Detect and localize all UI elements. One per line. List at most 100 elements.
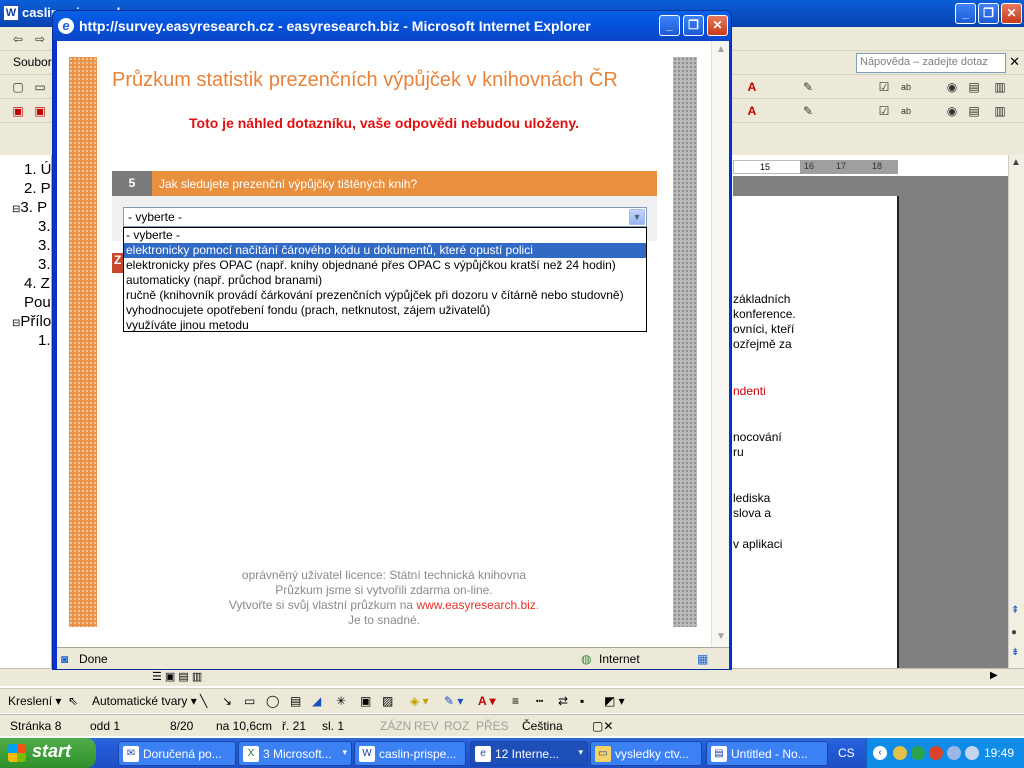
outline-item[interactable]: ⊟3. P (12, 199, 47, 216)
dash-style-icon[interactable]: ┅ (536, 694, 543, 708)
word-maximize-button[interactable]: ❐ (978, 3, 999, 24)
spelling-status-icon[interactable]: ▢✕ (592, 719, 613, 733)
dropdown-option[interactable]: automaticky (např. průchod branami) (124, 273, 646, 288)
drawing-toolbar-icon[interactable]: ✎ (800, 79, 816, 95)
diagram-icon[interactable]: ✳ (336, 694, 346, 708)
dropdown-option[interactable]: vyhodnocujete opotřebení fondu (prach, n… (124, 303, 646, 318)
font-color-icon[interactable]: A (744, 103, 760, 119)
select-objects-icon[interactable]: ⇖ (68, 694, 78, 708)
radio-button-icon[interactable]: ◉ (944, 103, 960, 119)
outline-item[interactable]: 3. (38, 256, 51, 273)
ruler-margin[interactable]: 16 17 18 (800, 160, 898, 174)
scroll-up-icon[interactable]: ▲ (1011, 157, 1021, 168)
checkbox-icon[interactable]: ☑ (876, 103, 892, 119)
tray-app-icon[interactable] (893, 746, 907, 760)
rectangle-icon[interactable]: ▭ (244, 694, 255, 708)
taskbar-item[interactable]: ✉ Doručená po... (118, 741, 236, 766)
dropdown-option[interactable]: ručně (knihovník provádí čárkování preze… (124, 288, 646, 303)
line-color-icon[interactable]: ✎ ▾ (444, 694, 463, 708)
document-page[interactable]: základních konference. ovníci, kteří ozř… (733, 196, 899, 668)
scroll-right-icon[interactable]: ▶ (990, 670, 998, 681)
pdf-mail-icon[interactable]: ▣ (32, 103, 48, 119)
textfield-icon[interactable]: ab (898, 103, 914, 119)
table-form-icon[interactable]: ▤ (966, 79, 982, 95)
show-hidden-icons-icon[interactable]: ‹ (873, 746, 887, 760)
layout-icon[interactable]: ▥ (992, 79, 1008, 95)
clock[interactable]: 19:49 (984, 746, 1014, 760)
shadow-icon[interactable]: ▪ (580, 694, 584, 708)
new-document-icon[interactable]: ▢ (10, 79, 26, 95)
view-buttons-icon[interactable]: ☰ ▣ ▤ ▥ (152, 670, 202, 683)
volume-icon[interactable] (965, 746, 979, 760)
dropdown-option[interactable]: - vyberte - (124, 228, 646, 243)
3d-icon[interactable]: ◩ ▾ (604, 694, 625, 708)
status-extend[interactable]: ROZ (444, 719, 469, 733)
ie-maximize-button[interactable]: ❐ (683, 15, 704, 36)
dropdown-option[interactable]: elektronicky přes OPAC (např. knihy obje… (124, 258, 646, 273)
outline-item[interactable]: 3. (38, 237, 51, 254)
tray-security-icon[interactable] (911, 746, 925, 760)
outline-item[interactable]: 1. Ú (24, 161, 52, 178)
word-vertical-scrollbar[interactable]: ▲ ⇞ ● ⇟ (1008, 155, 1024, 668)
font-color-icon[interactable]: A ▾ (478, 694, 496, 708)
autoshapes-button[interactable]: Automatické tvary ▾ (92, 694, 197, 708)
open-folder-icon[interactable]: ▭ (32, 79, 48, 95)
select-browse-object-icon[interactable]: ● (1011, 627, 1017, 638)
taskbar-item[interactable]: ▭ vysledky ctv... (590, 741, 702, 766)
arrow-style-icon[interactable]: ⇄ (558, 694, 568, 708)
wordart-icon[interactable]: ◢ (312, 694, 321, 708)
table-form-icon[interactable]: ▤ (966, 103, 982, 119)
start-button[interactable]: start (0, 738, 96, 768)
easyresearch-link[interactable]: www.easyresearch.biz (416, 598, 535, 612)
prev-page-icon[interactable]: ⇞ (1011, 605, 1019, 616)
font-color-icon[interactable]: A (744, 79, 760, 95)
back-arrow-icon[interactable]: ⇦ (10, 31, 26, 47)
arrow-icon[interactable]: ↘ (222, 694, 232, 708)
line-style-icon[interactable]: ≡ (512, 694, 519, 708)
ie-close-button[interactable]: ✕ (707, 15, 728, 36)
radio-button-icon[interactable]: ◉ (944, 79, 960, 95)
ie-minimize-button[interactable]: _ (659, 15, 680, 36)
close-document-icon[interactable]: ✕ (1009, 54, 1020, 70)
answer-select[interactable]: - vyberte - ▼ (123, 207, 647, 227)
forward-arrow-icon[interactable]: ⇨ (32, 31, 48, 47)
resize-grip-icon[interactable]: ▦ (697, 652, 708, 666)
outline-item[interactable]: Pou (24, 294, 51, 311)
taskbar-item[interactable]: ▤ Untitled - No... (706, 741, 828, 766)
line-icon[interactable]: ╲ (200, 694, 207, 708)
checkbox-icon[interactable]: ☑ (876, 79, 892, 95)
oval-icon[interactable]: ◯ (266, 694, 279, 708)
language-indicator[interactable]: CS (838, 746, 855, 760)
menu-file[interactable]: Soubor (13, 55, 52, 69)
taskbar-item[interactable]: X 3 Microsoft... ▾ (238, 741, 352, 766)
fill-color-icon[interactable]: ◈ ▾ (410, 694, 429, 708)
textfield-icon[interactable]: ab (898, 79, 914, 95)
outline-item[interactable]: ⊟Přílo (12, 313, 51, 330)
textbox-icon[interactable]: ▤ (290, 694, 301, 708)
draw-menu-button[interactable]: Kreslení ▾ (8, 694, 61, 708)
next-page-icon[interactable]: ⇟ (1011, 647, 1019, 658)
scroll-up-icon[interactable]: ▲ (716, 44, 726, 55)
dropdown-option-highlighted[interactable]: elektronicky pomocí načítání čárového kó… (124, 243, 646, 258)
clipart-icon[interactable]: ▣ (360, 694, 371, 708)
ie-title-bar[interactable]: e http://survey.easyresearch.cz - easyre… (53, 11, 731, 41)
tray-update-icon[interactable] (929, 746, 943, 760)
ie-vertical-scrollbar[interactable]: ▲ ▼ (711, 41, 729, 647)
status-record[interactable]: ZÁZN (380, 719, 411, 733)
pdf-icon[interactable]: ▣ (10, 103, 26, 119)
outline-item[interactable]: 3. (38, 218, 51, 235)
layout-icon[interactable]: ▥ (992, 103, 1008, 119)
edit-icon[interactable]: ✎ (800, 103, 816, 119)
picture-icon[interactable]: ▨ (382, 694, 393, 708)
word-horizontal-scrollbar[interactable]: ☰ ▣ ▤ ▥ ▶ (0, 668, 1024, 686)
chevron-down-icon[interactable]: ▼ (629, 209, 645, 225)
outline-item[interactable]: 2. P (24, 180, 51, 197)
network-icon[interactable] (947, 746, 961, 760)
status-overtype[interactable]: PŘES (476, 719, 509, 733)
taskbar-item[interactable]: e 12 Interne... ▾ (470, 741, 588, 766)
word-close-button[interactable]: ✕ (1001, 3, 1022, 24)
taskbar-item[interactable]: W caslin-prispe... (354, 741, 466, 766)
help-search-input[interactable]: Nápověda – zadejte dotaz (856, 53, 1006, 73)
scroll-down-icon[interactable]: ▼ (716, 631, 726, 642)
outline-item[interactable]: 4. Z (24, 275, 50, 292)
